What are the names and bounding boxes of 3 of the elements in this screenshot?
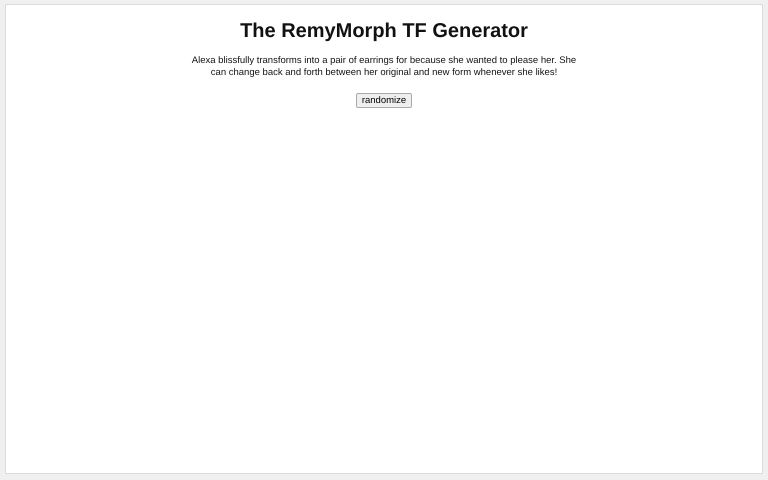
- randomize-button[interactable]: randomize: [356, 93, 412, 108]
- page-title: The RemyMorph TF Generator: [239, 19, 529, 43]
- description-text: Alexa blissfully transforms into a pair of earrings for because she wanted to please her. She can change back and forth between her original and new form whenever she likes!: [190, 55, 578, 79]
